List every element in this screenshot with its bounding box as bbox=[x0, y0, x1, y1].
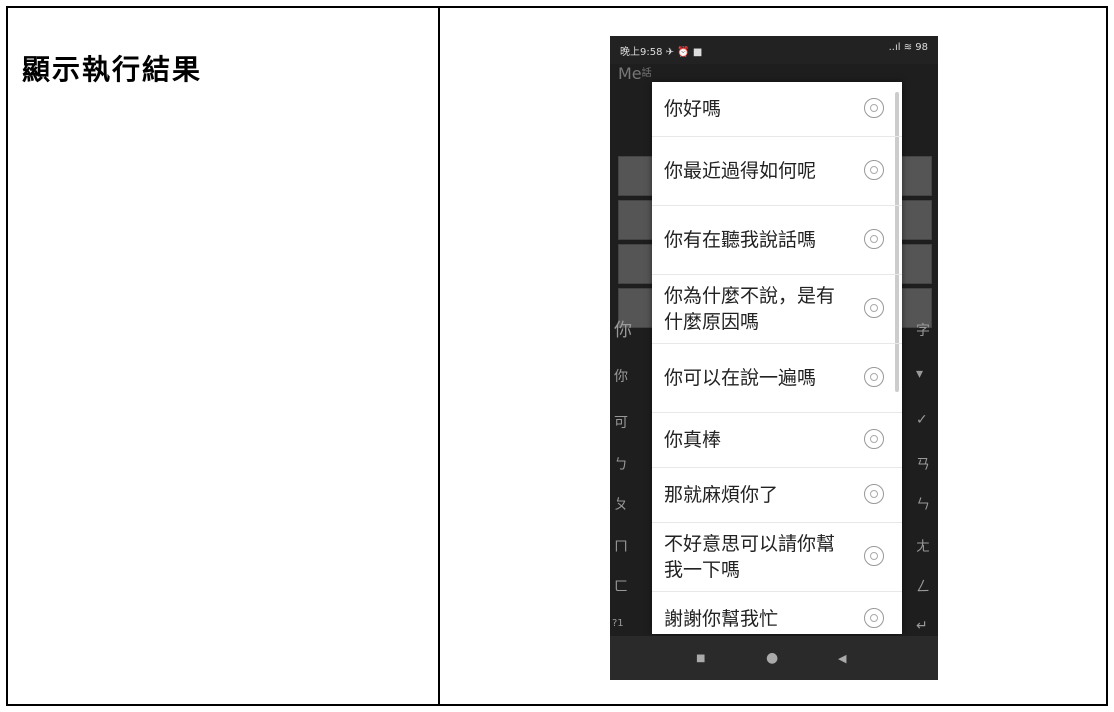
choice-dialog: 你好嗎 你最近過得如何呢 你有在聽我說話嗎 你為什麼不說，是有什麼原因嗎 你可以… bbox=[652, 82, 902, 634]
bg-char: 字 bbox=[916, 323, 930, 339]
app-title-text: Me bbox=[618, 64, 642, 83]
bg-char: ㄢ bbox=[916, 457, 930, 473]
layout-table: 顯示執行結果 晚上9:58 ✈ ⏰ ■ ..ıl ≋ 98 Me話 你 你 可 … bbox=[6, 6, 1108, 706]
status-icons: ..ıl ≋ 98 bbox=[888, 42, 928, 53]
option-label: 你為什麼不說，是有什麼原因嗎 bbox=[664, 285, 836, 333]
bg-char: ㄆ bbox=[614, 497, 628, 513]
bg-char: ㄇ bbox=[614, 539, 628, 555]
option-label: 不好意思可以請你幫我一下嗎 bbox=[664, 533, 836, 581]
label-cell: 顯示執行結果 bbox=[8, 8, 440, 704]
option-item[interactable]: 你最近過得如何呢 bbox=[652, 137, 902, 206]
status-bar: 晚上9:58 ✈ ⏰ ■ ..ıl ≋ 98 bbox=[610, 36, 938, 64]
screenshot-cell: 晚上9:58 ✈ ⏰ ■ ..ıl ≋ 98 Me話 你 你 可 ㄅ ㄆ ㄇ ㄈ… bbox=[440, 8, 1106, 704]
option-item[interactable]: 不好意思可以請你幫我一下嗎 bbox=[652, 523, 902, 592]
option-item[interactable]: 你有在聽我說話嗎 bbox=[652, 206, 902, 275]
back-icon[interactable]: ◀ bbox=[838, 652, 846, 665]
option-label: 那就麻煩你了 bbox=[664, 484, 779, 506]
bg-char: ㄈ bbox=[614, 579, 628, 595]
bg-char: 你 bbox=[614, 369, 628, 385]
bg-char: ✓ bbox=[916, 412, 928, 428]
option-item[interactable]: 你可以在說一遍嗎 bbox=[652, 344, 902, 413]
option-item[interactable]: 謝謝你幫我忙 bbox=[652, 592, 902, 634]
bg-char: ㄥ bbox=[916, 579, 930, 595]
status-time: 晚上9:58 ✈ ⏰ ■ bbox=[620, 47, 703, 58]
radio-button[interactable] bbox=[864, 229, 884, 249]
option-label: 你最近過得如何呢 bbox=[664, 160, 817, 182]
bg-char: ㄤ bbox=[916, 539, 930, 555]
radio-button[interactable] bbox=[864, 160, 884, 180]
option-item[interactable]: 你真棒 bbox=[652, 413, 902, 468]
option-label: 你好嗎 bbox=[664, 98, 722, 120]
option-label: 謝謝你幫我忙 bbox=[664, 608, 779, 630]
option-label: 你真棒 bbox=[664, 429, 722, 451]
radio-button[interactable] bbox=[864, 608, 884, 628]
bg-char: ▾ bbox=[916, 366, 924, 382]
phone-screen: 晚上9:58 ✈ ⏰ ■ ..ıl ≋ 98 Me話 你 你 可 ㄅ ㄆ ㄇ ㄈ… bbox=[610, 36, 938, 680]
option-item[interactable]: 你好嗎 bbox=[652, 82, 902, 137]
radio-button[interactable] bbox=[864, 367, 884, 387]
recent-apps-icon[interactable]: ■ bbox=[696, 653, 705, 664]
app-title: Me話 bbox=[618, 64, 652, 83]
bg-char: ㄅ bbox=[614, 457, 628, 473]
radio-button[interactable] bbox=[864, 298, 884, 318]
option-item[interactable]: 那就麻煩你了 bbox=[652, 468, 902, 523]
option-label: 你有在聽我說話嗎 bbox=[664, 229, 817, 251]
option-label: 你可以在說一遍嗎 bbox=[664, 367, 817, 389]
radio-button[interactable] bbox=[864, 484, 884, 504]
result-heading: 顯示執行結果 bbox=[22, 53, 203, 86]
radio-button[interactable] bbox=[864, 98, 884, 118]
bg-char: ↵ bbox=[916, 618, 928, 634]
bg-char: ?1 bbox=[612, 618, 624, 629]
bg-char: 可 bbox=[614, 415, 628, 431]
bg-char: ㄣ bbox=[916, 497, 930, 513]
radio-button[interactable] bbox=[864, 546, 884, 566]
radio-button[interactable] bbox=[864, 429, 884, 449]
navigation-bar: ■ ● ◀ bbox=[610, 636, 938, 680]
bg-char: 你 bbox=[614, 320, 632, 341]
app-title-sub: 話 bbox=[641, 68, 652, 79]
option-item[interactable]: 你為什麼不說，是有什麼原因嗎 bbox=[652, 275, 902, 344]
home-icon[interactable]: ● bbox=[766, 650, 778, 666]
